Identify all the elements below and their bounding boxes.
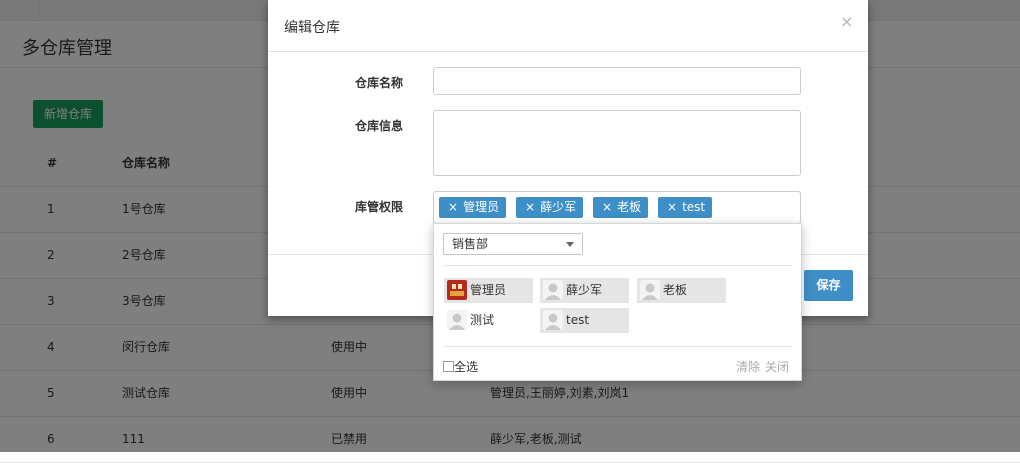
department-value: 销售部	[452, 237, 489, 251]
user-picker-panel: 销售部 管理员 薛少军 老板 测试 test 全选 清除 关闭	[433, 223, 802, 381]
department-select[interactable]: 销售部	[443, 233, 583, 255]
modal-title: 编辑仓库	[284, 20, 340, 36]
user-option[interactable]: 老板	[637, 278, 726, 303]
close-link[interactable]: 关闭	[765, 358, 789, 375]
default-avatar-icon	[640, 280, 660, 300]
user-name: 薛少军	[566, 283, 603, 297]
default-avatar-icon	[543, 280, 563, 300]
divider	[443, 346, 793, 347]
user-name: 老板	[663, 283, 688, 297]
remove-tag-icon[interactable]: ×	[448, 200, 458, 214]
chevron-down-icon	[566, 242, 574, 247]
user-name: 测试	[470, 313, 495, 327]
remove-tag-icon[interactable]: ×	[667, 200, 677, 214]
warehouse-name-input[interactable]	[433, 67, 801, 95]
divider	[443, 265, 793, 266]
default-avatar-icon	[447, 310, 467, 330]
warehouse-info-label: 仓库信息	[354, 119, 403, 133]
user-name: test	[566, 313, 590, 327]
user-option[interactable]: 测试	[444, 308, 533, 333]
tag-label: test	[682, 200, 706, 214]
permission-label: 库管权限	[354, 200, 403, 214]
permission-tag-input[interactable]: × 管理员 × 薛少军 × 老板 × test	[433, 191, 801, 224]
default-avatar-icon	[543, 310, 563, 330]
tag-label: 管理员	[463, 200, 500, 214]
permission-tag[interactable]: × test	[658, 197, 713, 218]
select-all-checkbox[interactable]	[443, 361, 454, 372]
select-all-label[interactable]: 全选	[454, 358, 478, 375]
permission-tag[interactable]: × 薛少军	[516, 197, 584, 218]
tag-label: 老板	[617, 200, 642, 214]
warehouse-name-label: 仓库名称	[354, 76, 403, 90]
tag-label: 薛少军	[540, 200, 577, 214]
remove-tag-icon[interactable]: ×	[525, 200, 535, 214]
remove-tag-icon[interactable]: ×	[602, 200, 612, 214]
custom-avatar-icon	[447, 280, 467, 300]
user-option[interactable]: 薛少军	[540, 278, 629, 303]
divider	[268, 51, 868, 52]
clear-link[interactable]: 清除	[736, 358, 760, 375]
user-option[interactable]: 管理员	[444, 278, 533, 303]
permission-tag[interactable]: × 老板	[593, 197, 649, 218]
warehouse-info-textarea[interactable]	[433, 110, 801, 176]
user-name: 管理员	[470, 283, 507, 297]
permission-tag[interactable]: × 管理员	[439, 197, 507, 218]
user-option[interactable]: test	[540, 308, 629, 333]
save-button[interactable]: 保存	[804, 270, 853, 301]
close-icon[interactable]: ×	[840, 13, 853, 31]
